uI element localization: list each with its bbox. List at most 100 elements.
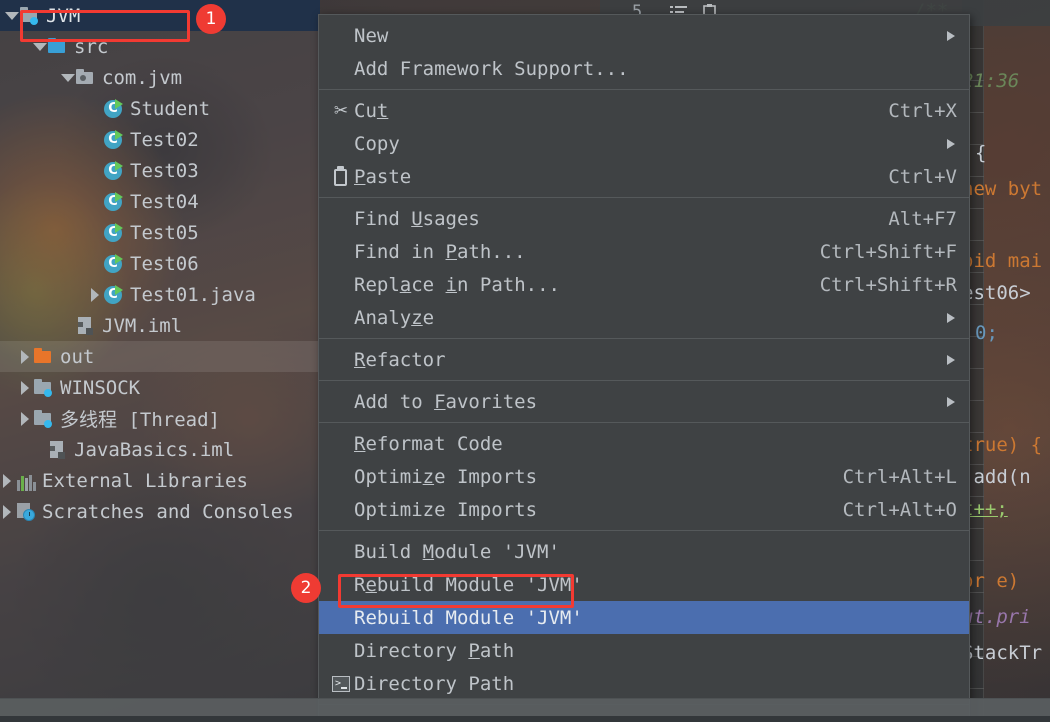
chevron-down-icon[interactable]	[60, 70, 75, 85]
menu-item-label: Paste	[354, 165, 412, 188]
chevron-right-icon[interactable]	[18, 349, 33, 364]
tree-node-label: Student	[130, 97, 211, 120]
menu-item-refactor[interactable]: Refactor	[319, 343, 969, 376]
menu-item-remove-module[interactable]: Optimize Imports Ctrl+Alt+O	[319, 493, 969, 526]
tree-node-javabasics-iml[interactable]: JavaBasics.iml	[0, 434, 320, 465]
code-fragment: .add(n	[962, 466, 1031, 488]
iml-file-icon	[47, 440, 69, 460]
menu-item-shortcut: Alt+F7	[888, 207, 957, 230]
clipboard-icon	[328, 165, 354, 188]
menu-separator	[319, 422, 969, 423]
chevron-right-icon[interactable]	[88, 287, 103, 302]
tree-node-label: 多线程 [Thread]	[60, 409, 220, 431]
iml-file-icon	[75, 316, 97, 336]
menu-item-optimize-imports[interactable]: Optimize Imports Ctrl+Alt+L	[319, 460, 969, 493]
menu-item-new[interactable]: New	[319, 19, 969, 52]
menu-item-icon-placeholder	[328, 433, 354, 455]
chevron-down-icon[interactable]	[4, 8, 19, 23]
menu-item-icon-placeholder	[328, 541, 354, 563]
status-bar-lower	[0, 716, 1050, 722]
java-class-icon: C	[103, 129, 125, 150]
menu-item-label: Rebuild Module 'JVM'	[354, 573, 583, 596]
tree-node-external-libraries[interactable]: External Libraries	[0, 465, 320, 496]
menu-item-icon-placeholder	[328, 307, 354, 329]
tree-node-thread[interactable]: 多线程 [Thread]	[0, 403, 320, 434]
menu-item-paste[interactable]: Paste Ctrl+V	[319, 160, 969, 193]
submenu-arrow-icon	[947, 312, 957, 323]
menu-item-shortcut: Ctrl+Shift+F	[819, 240, 957, 263]
menu-item-label: Cut	[354, 99, 389, 122]
menu-item-label: Find in Path...	[354, 240, 526, 263]
terminal-icon: >	[328, 673, 354, 695]
module-folder-icon	[33, 409, 55, 429]
tree-node-test03[interactable]: C Test03	[0, 155, 320, 186]
code-fragment: 0;	[975, 322, 998, 344]
tree-node-winsock[interactable]: WINSOCK	[0, 372, 320, 403]
menu-item-add-to-favorites[interactable]: Add to Favorites	[319, 385, 969, 418]
menu-item-label: New	[354, 24, 389, 47]
tree-node-label: External Libraries	[42, 469, 248, 492]
menu-item-analyze[interactable]: Analyze	[319, 301, 969, 334]
tree-node-jvm-iml[interactable]: JVM.iml	[0, 310, 320, 341]
menu-item-copy[interactable]: Copy	[319, 127, 969, 160]
menu-item-shortcut: Ctrl+Alt+L	[842, 465, 957, 488]
project-context-menu[interactable]: New Add Framework Support... ✂ Cut Ctrl+…	[318, 14, 970, 722]
menu-item-shortcut: Ctrl+X	[888, 99, 957, 122]
submenu-arrow-icon	[947, 138, 957, 149]
tree-node-label: WINSOCK	[60, 376, 141, 399]
menu-item-open-in-terminal[interactable]: > Directory Path	[319, 667, 969, 700]
chevron-right-icon[interactable]	[0, 504, 15, 519]
chevron-right-icon[interactable]	[18, 380, 33, 395]
folder-orange-icon	[33, 347, 55, 367]
chevron-right-icon[interactable]	[18, 411, 33, 426]
module-folder-icon	[19, 6, 41, 26]
menu-item-icon-placeholder	[328, 466, 354, 488]
tree-node-out[interactable]: out	[0, 341, 320, 372]
tree-node-test02[interactable]: C Test02	[0, 124, 320, 155]
tree-node-label: Test05	[130, 221, 199, 244]
tree-node-test06[interactable]: C Test06	[0, 248, 320, 279]
menu-item-find-in-path[interactable]: Find in Path... Ctrl+Shift+F	[319, 235, 969, 268]
menu-item-icon-placeholder	[328, 499, 354, 521]
menu-item-cut[interactable]: ✂ Cut Ctrl+X	[319, 94, 969, 127]
tree-node-scratches-and-consoles[interactable]: Scratches and Consoles	[0, 496, 320, 527]
java-class-icon: C	[103, 98, 125, 119]
menu-item-label: Optimize Imports	[354, 465, 538, 488]
menu-item-find-usages[interactable]: Find Usages Alt+F7	[319, 202, 969, 235]
chevron-down-icon[interactable]	[32, 39, 47, 54]
tree-node-label: out	[60, 345, 95, 368]
menu-item-replace-in-path[interactable]: Replace in Path... Ctrl+Shift+R	[319, 268, 969, 301]
menu-item-add-framework-support[interactable]: Add Framework Support...	[319, 52, 969, 85]
tree-node-src[interactable]: src	[0, 31, 320, 62]
tree-node-jvm[interactable]: JVM	[0, 0, 320, 31]
java-class-icon: C	[103, 253, 125, 274]
menu-item-rebuild-module[interactable]: Rebuild Module 'JVM'	[319, 568, 969, 601]
menu-item-label: Add to Favorites	[354, 390, 538, 413]
chevron-right-icon[interactable]	[0, 473, 15, 488]
menu-item-label: Rebuild Module 'JVM'	[354, 606, 583, 629]
tree-node-student[interactable]: C Student	[0, 93, 320, 124]
menu-item-icon-placeholder	[328, 133, 354, 155]
code-fragment: or e)	[962, 570, 1020, 592]
code-fragment: est06>	[962, 282, 1031, 304]
ide-window: /** 21:36 { new byt oid mai est06> 0; tr…	[0, 0, 1050, 722]
module-folder-icon	[33, 378, 55, 398]
submenu-arrow-icon	[947, 30, 957, 41]
tree-node-test01-java[interactable]: C Test01.java	[0, 279, 320, 310]
tree-node-test04[interactable]: C Test04	[0, 186, 320, 217]
menu-item-build-module[interactable]: Build Module 'JVM'	[319, 535, 969, 568]
menu-item-reformat-code[interactable]: Reformat Code	[319, 427, 969, 460]
tree-node-com-jvm[interactable]: com.jvm	[0, 62, 320, 93]
menu-item-show-in-explorer[interactable]: Rebuild Module 'JVM'	[319, 601, 969, 634]
menu-item-label: Copy	[354, 132, 400, 155]
tree-node-label: src	[74, 35, 109, 58]
tree-node-test05[interactable]: C Test05	[0, 217, 320, 248]
project-tree[interactable]: JVM src com.jvm C Student C Test02 C Tes…	[0, 0, 320, 527]
menu-item-directory-path[interactable]: Directory Path	[319, 634, 969, 667]
tree-node-label: Scratches and Consoles	[42, 500, 294, 523]
java-class-icon: C	[103, 160, 125, 181]
menu-item-label: Add Framework Support...	[354, 57, 629, 80]
menu-separator	[319, 530, 969, 531]
code-fragment: StackTr	[962, 642, 1043, 664]
menu-item-icon-placeholder	[328, 607, 354, 629]
